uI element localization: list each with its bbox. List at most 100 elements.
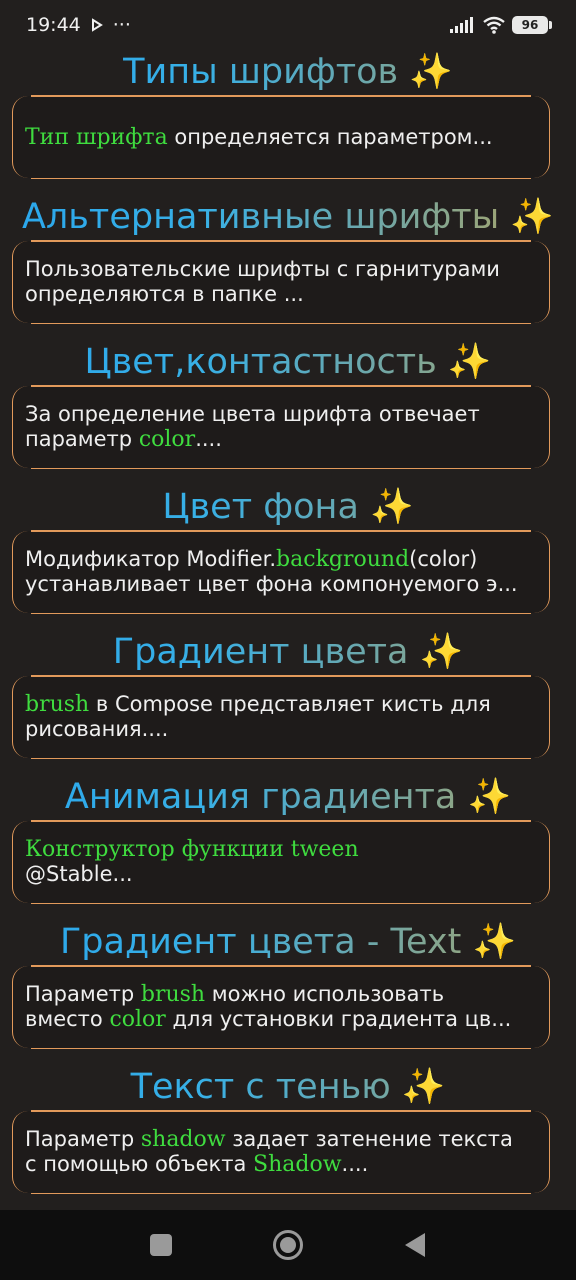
section-title-text: Градиент цвета - Text bbox=[59, 922, 462, 962]
section-title-text: Типы шрифтов bbox=[123, 52, 399, 92]
card-text-segment: .... bbox=[195, 427, 222, 451]
card-text: Пользовательские шрифты с гарнитурами опр… bbox=[25, 241, 537, 323]
card-line: brush в Compose представляет кисть для bbox=[25, 692, 537, 717]
section-title-text: Анимация градиента bbox=[64, 777, 457, 817]
card-line: Модификатор Modifier.background(color) bbox=[25, 547, 537, 572]
section-title-text: Альтернативные шрифты bbox=[21, 197, 500, 237]
highlighted-term: brush bbox=[140, 982, 206, 1007]
status-bar: 19:44 ··· 96 bbox=[0, 0, 576, 50]
battery-icon: 96 bbox=[512, 16, 552, 34]
highlighted-term: shadow bbox=[140, 1127, 226, 1152]
card-text-segment: для установки градиента цв... bbox=[165, 1007, 512, 1031]
section-title-text: Градиент цвета bbox=[112, 632, 409, 672]
section-card[interactable]: Параметр shadow задает затенение текста с… bbox=[12, 1110, 550, 1194]
card-line: с помощью объекта Shadow.... bbox=[25, 1152, 537, 1177]
card-line: За определение цвета шрифта отвечает bbox=[25, 402, 537, 427]
section-card[interactable]: brush в Compose представляет кисть для ри… bbox=[12, 675, 550, 759]
sparkles-icon: ✨ bbox=[370, 487, 414, 527]
section-1: Альтернативные шрифты ✨ Пользовательские … bbox=[0, 195, 576, 340]
highlighted-term: brush bbox=[25, 692, 90, 717]
card-line: определяются в папке ... bbox=[25, 282, 537, 307]
section-title-text: Цвет,контастность bbox=[84, 342, 437, 382]
status-more: ··· bbox=[112, 14, 131, 36]
card-text-segment: определяются в папке ... bbox=[25, 282, 304, 306]
sections-list[interactable]: Типы шрифтов ✨ Тип шрифта определяется па… bbox=[0, 50, 576, 1210]
sparkles-icon: ✨ bbox=[472, 922, 517, 962]
card-line: Тип шрифта определяется параметром... bbox=[25, 125, 537, 150]
section-card[interactable]: Тип шрифта определяется параметром... bbox=[12, 95, 550, 179]
card-line: параметр color.... bbox=[25, 427, 537, 452]
section-card[interactable]: За определение цвета шрифта отвечает пара… bbox=[12, 385, 550, 469]
card-text-segment: .... bbox=[341, 1152, 369, 1176]
card-line: @Stable... bbox=[25, 862, 537, 887]
status-time: 19:44 bbox=[26, 14, 81, 36]
card-text-segment: @Stable... bbox=[25, 862, 133, 886]
card-text-segment: (color) bbox=[409, 547, 478, 571]
back-button[interactable] bbox=[352, 1215, 479, 1275]
card-text-segment: определяется параметром... bbox=[167, 124, 493, 149]
card-text-segment: рисования.... bbox=[25, 717, 169, 741]
section-title: Градиент цвета - Text ✨ bbox=[0, 920, 576, 964]
recents-icon bbox=[150, 1234, 172, 1256]
card-text-segment: можно использовать bbox=[205, 982, 445, 1006]
back-icon bbox=[405, 1233, 425, 1257]
section-title: Цвет фона ✨ bbox=[0, 485, 576, 529]
card-text: Конструктор функции tween @Stable... bbox=[25, 821, 537, 903]
wifi-icon bbox=[483, 16, 505, 34]
sparkles-icon: ✨ bbox=[510, 197, 555, 237]
section-title-text: Текст с тенью bbox=[130, 1067, 391, 1107]
card-text-segment: Пользовательские шрифты с гарнитурами bbox=[25, 257, 500, 281]
highlighted-term: color bbox=[138, 427, 196, 452]
section-title: Типы шрифтов ✨ bbox=[0, 50, 576, 94]
card-line: Параметр brush можно использовать bbox=[25, 982, 537, 1007]
card-line: устанавливает цвет фона компонуемого э..… bbox=[25, 572, 537, 597]
card-text-segment: параметр bbox=[25, 427, 139, 451]
card-text-segment: с помощью объекта bbox=[25, 1152, 254, 1176]
sparkles-icon: ✨ bbox=[419, 632, 464, 672]
card-text-segment: Модификатор Modifier. bbox=[25, 547, 277, 571]
card-text-segment: устанавливает цвет фона компонуемого э..… bbox=[25, 572, 518, 596]
card-text-segment: Параметр bbox=[25, 982, 141, 1006]
section-5: Анимация градиента ✨ Конструктор функции … bbox=[0, 775, 576, 920]
card-line: Пользовательские шрифты с гарнитурами bbox=[25, 257, 537, 282]
section-title: Альтернативные шрифты ✨ bbox=[0, 195, 576, 239]
section-title: Цвет,контастность ✨ bbox=[0, 340, 576, 384]
section-card[interactable]: Конструктор функции tween @Stable... bbox=[12, 820, 550, 904]
play-icon bbox=[91, 18, 103, 32]
section-title-text: Цвет фона bbox=[162, 487, 371, 527]
section-card[interactable]: Пользовательские шрифты с гарнитурами опр… bbox=[12, 240, 550, 324]
section-6: Градиент цвета - Text ✨ Параметр brush мо… bbox=[0, 920, 576, 1065]
card-text-segment: в Compose представляет кисть для bbox=[89, 692, 491, 716]
section-2: Цвет,контастность ✨ За определение цвета … bbox=[0, 340, 576, 485]
sparkles-icon: ✨ bbox=[447, 342, 492, 382]
card-text: За определение цвета шрифта отвечает пара… bbox=[25, 386, 537, 468]
section-card[interactable]: Модификатор Modifier.background(color) ус… bbox=[12, 530, 550, 614]
status-right: 96 bbox=[450, 16, 552, 34]
card-text: brush в Compose представляет кисть для ри… bbox=[25, 676, 537, 758]
battery-level: 96 bbox=[521, 18, 539, 32]
card-text-segment: вместо bbox=[25, 1007, 110, 1031]
highlighted-term: color bbox=[109, 1007, 166, 1032]
status-left: 19:44 ··· bbox=[26, 14, 131, 36]
card-text-segment: задает затенение текста bbox=[225, 1127, 513, 1151]
navigation-bar bbox=[0, 1210, 576, 1280]
sparkles-icon: ✨ bbox=[401, 1067, 446, 1107]
section-title: Анимация градиента ✨ bbox=[0, 775, 576, 819]
signal-icon bbox=[450, 17, 473, 33]
recents-button[interactable] bbox=[98, 1215, 225, 1275]
card-text: Модификатор Modifier.background(color) ус… bbox=[25, 531, 537, 613]
sparkles-icon: ✨ bbox=[409, 52, 453, 92]
section-title: Текст с тенью ✨ bbox=[0, 1065, 576, 1109]
card-text-segment: За определение цвета шрифта отвечает bbox=[25, 402, 480, 426]
home-button[interactable] bbox=[225, 1215, 352, 1275]
section-7: Текст с тенью ✨ Параметр shadow задает за… bbox=[0, 1065, 576, 1210]
section-card[interactable]: Параметр brush можно использовать вместо … bbox=[12, 965, 550, 1049]
section-3: Цвет фона ✨ Модификатор Modifier.backgrou… bbox=[0, 485, 576, 630]
card-text: Тип шрифта определяется параметром... bbox=[25, 96, 537, 178]
sparkles-icon: ✨ bbox=[467, 777, 512, 817]
card-text: Параметр brush можно использовать вместо … bbox=[25, 966, 537, 1048]
card-line: вместо color для установки градиента цв.… bbox=[25, 1007, 537, 1032]
card-line: Конструктор функции tween bbox=[25, 837, 537, 862]
card-text: Параметр shadow задает затенение текста с… bbox=[25, 1111, 537, 1193]
card-line: рисования.... bbox=[25, 717, 537, 742]
